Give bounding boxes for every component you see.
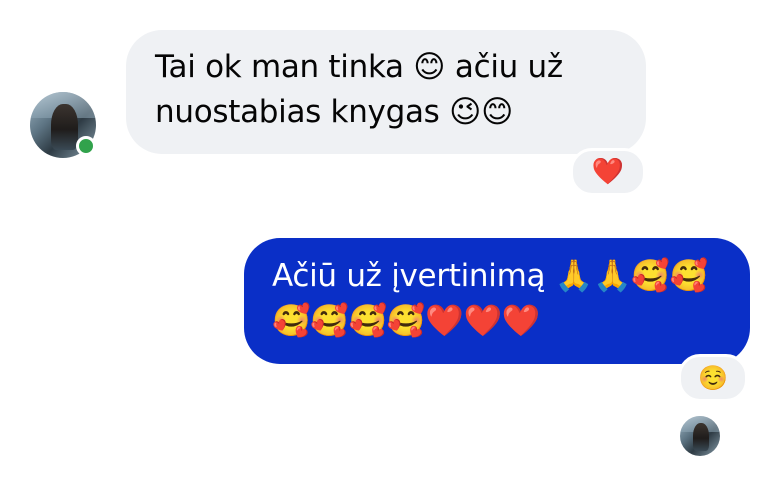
avatar-person	[51, 103, 78, 151]
incoming-message-text: Tai ok man tinka 😊 ačiu už nuostabias kn…	[155, 49, 563, 130]
incoming-message-reaction[interactable]: ❤️	[570, 148, 646, 196]
heart-reaction-icon: ❤️	[591, 157, 625, 187]
seen-avatar-person	[692, 423, 709, 452]
outgoing-message-reaction[interactable]: ☺️	[678, 354, 748, 402]
smile-reaction-icon: ☺️	[698, 364, 728, 392]
incoming-message-bubble[interactable]: Tai ok man tinka 😊 ačiu už nuostabias kn…	[126, 30, 646, 154]
outgoing-message-text: Ačiū už įvertinimą 🙏🙏🥰🥰🥰🥰🥰🥰❤️❤️❤️	[272, 258, 708, 339]
seen-receipt-avatar-icon	[680, 416, 720, 456]
outgoing-message-bubble[interactable]: Ačiū už įvertinimą 🙏🙏🥰🥰🥰🥰🥰🥰❤️❤️❤️	[244, 238, 750, 364]
online-status-indicator	[76, 136, 96, 156]
